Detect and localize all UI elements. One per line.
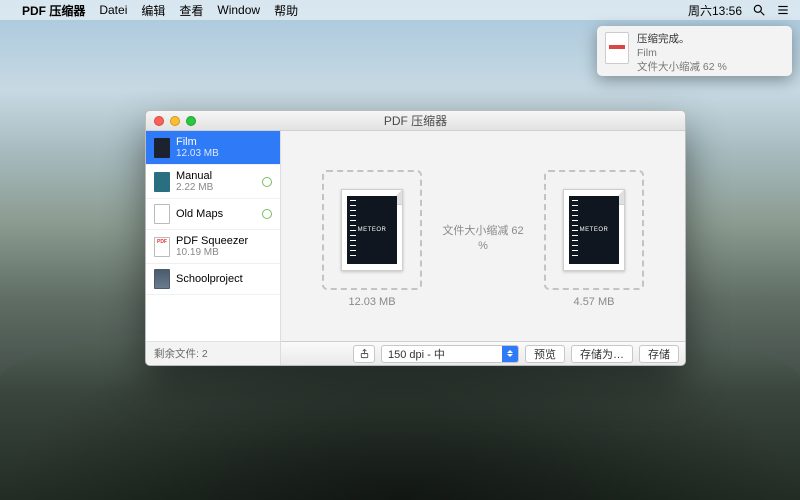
file-name: Old Maps — [176, 208, 256, 220]
file-item-schoolproject[interactable]: Schoolproject — [146, 264, 280, 295]
file-name: Manual — [176, 170, 256, 182]
compressed-size-label: 4.57 MB — [574, 296, 615, 308]
window-title: PDF 压缩器 — [146, 112, 685, 129]
notification-banner[interactable]: 压缩完成。 Film 文件大小缩减 62 % — [597, 26, 792, 76]
menu-datei[interactable]: Datei — [99, 3, 127, 17]
preview-button[interactable]: 预览 — [525, 345, 565, 363]
notification-app-icon — [605, 32, 629, 64]
file-name: Schoolproject — [176, 273, 272, 285]
file-thumb-icon — [154, 204, 170, 224]
app-menu[interactable]: PDF 压缩器 — [22, 2, 85, 19]
original-doc-icon: METEOR — [341, 189, 403, 271]
menu-edit[interactable]: 编辑 — [141, 2, 165, 19]
file-thumb-icon — [154, 237, 170, 257]
menu-help[interactable]: 帮助 — [274, 2, 298, 19]
preview-area: METEOR 12.03 MB 文件大小缩减 62 % METEOR 4.57 … — [281, 131, 685, 341]
file-size: 12.03 MB — [176, 148, 272, 159]
notification-title: 压缩完成。 — [637, 32, 784, 46]
file-item-old-maps[interactable]: Old Maps — [146, 199, 280, 230]
file-name: PDF Squeezer — [176, 235, 272, 247]
notification-center-icon[interactable] — [776, 3, 790, 17]
menu-view[interactable]: 查看 — [179, 2, 203, 19]
app-window: PDF 压缩器 Film 12.03 MB Manual 2.22 MB — [145, 110, 686, 366]
spotlight-icon[interactable] — [752, 3, 766, 17]
save-button[interactable]: 存储 — [639, 345, 679, 363]
file-item-manual[interactable]: Manual 2.22 MB — [146, 165, 280, 199]
sidebar-footer: 剩余文件: 2 — [146, 341, 280, 365]
quality-select-value: 150 dpi - 中 — [382, 346, 502, 362]
share-button[interactable] — [353, 345, 375, 363]
original-dropzone[interactable]: METEOR — [322, 170, 422, 290]
file-thumb-icon — [154, 172, 170, 192]
file-thumb-icon — [154, 138, 170, 158]
notification-subtitle: Film — [637, 46, 784, 60]
window-close-button[interactable] — [154, 116, 164, 126]
done-check-icon — [262, 177, 272, 187]
window-minimize-button[interactable] — [170, 116, 180, 126]
file-size: 2.22 MB — [176, 182, 256, 193]
quality-select[interactable]: 150 dpi - 中 — [381, 345, 519, 363]
menu-window[interactable]: Window — [217, 3, 260, 17]
menubar: PDF 压缩器 Datei 编辑 查看 Window 帮助 周六13:56 — [0, 0, 800, 20]
file-item-film[interactable]: Film 12.03 MB — [146, 131, 280, 165]
menubar-clock[interactable]: 周六13:56 — [688, 2, 742, 19]
file-item-pdf-squeezer[interactable]: PDF Squeezer 10.19 MB — [146, 230, 280, 264]
window-fullscreen-button[interactable] — [186, 116, 196, 126]
file-sidebar: Film 12.03 MB Manual 2.22 MB Old Maps — [146, 131, 281, 365]
bottom-toolbar: 150 dpi - 中 预览 存储为… 存储 — [281, 341, 685, 365]
reduction-label: 文件大小缩减 62 % — [440, 224, 526, 255]
window-titlebar[interactable]: PDF 压缩器 — [146, 111, 685, 131]
file-thumb-icon — [154, 269, 170, 289]
compressed-doc-icon: METEOR — [563, 189, 625, 271]
file-size: 10.19 MB — [176, 247, 272, 258]
original-size-label: 12.03 MB — [348, 296, 395, 308]
chevron-updown-icon — [502, 346, 518, 362]
file-name: Film — [176, 136, 272, 148]
compressed-dropzone[interactable]: METEOR — [544, 170, 644, 290]
notification-message: 文件大小缩减 62 % — [637, 60, 784, 74]
save-as-button[interactable]: 存储为… — [571, 345, 633, 363]
done-check-icon — [262, 209, 272, 219]
